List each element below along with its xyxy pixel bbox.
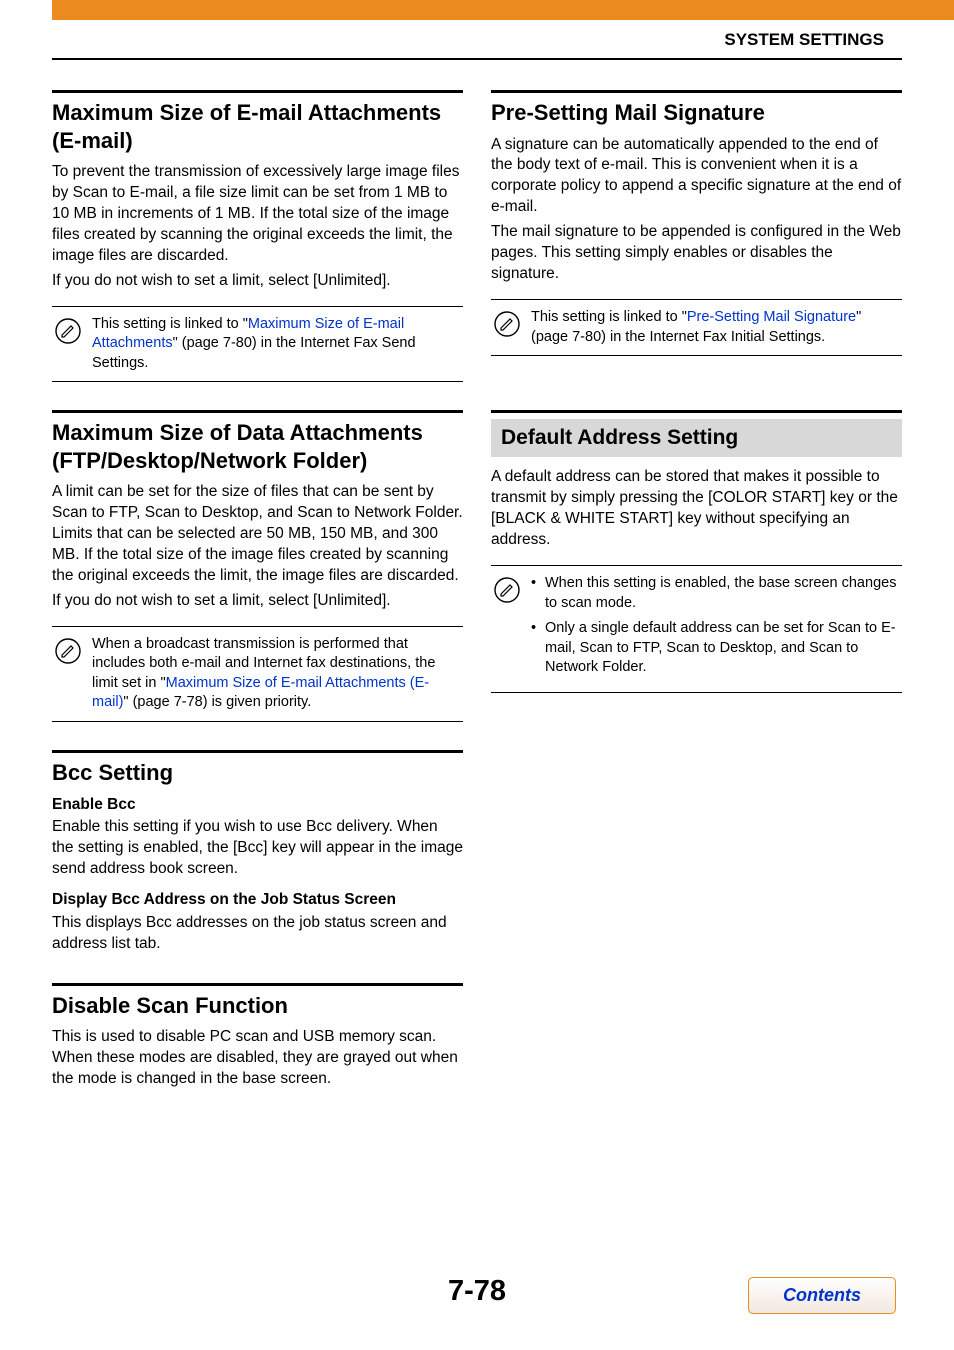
heading-max-email: Maximum Size of E-mail Attachments (E-ma… (52, 99, 463, 154)
list-item: When this setting is enabled, the base s… (531, 574, 898, 613)
contents-button[interactable]: Contents (748, 1277, 896, 1314)
section-bcc: Bcc Setting Enable Bcc Enable this setti… (52, 750, 463, 955)
header-title: SYSTEM SETTINGS (0, 20, 954, 58)
body-text: This is used to disable PC scan and USB … (52, 1027, 463, 1090)
body-text: A limit can be set for the size of files… (52, 482, 463, 587)
body-text: This displays Bcc addresses on the job s… (52, 913, 463, 955)
note-text-a: This setting is linked to " (92, 316, 248, 332)
note-list: When this setting is enabled, the base s… (531, 574, 898, 684)
section-presetting-signature: Pre-Setting Mail Signature A signature c… (491, 90, 902, 356)
content-columns: Maximum Size of E-mail Attachments (E-ma… (0, 90, 954, 1118)
note-box: When this setting is enabled, the base s… (491, 565, 902, 693)
header-rule (52, 58, 902, 60)
section-default-address: Default Address Setting A default addres… (491, 410, 902, 693)
pencil-circle-icon (54, 637, 82, 665)
note-link[interactable]: Pre-Setting Mail Signature (687, 309, 856, 325)
note-text: This setting is linked to "Pre-Setting M… (531, 308, 898, 347)
list-item: Only a single default address can be set… (531, 619, 898, 678)
note-box: This setting is linked to "Pre-Setting M… (491, 299, 902, 356)
heading-bcc: Bcc Setting (52, 759, 463, 787)
section-rule (52, 983, 463, 986)
section-rule (491, 90, 902, 93)
note-text-a: This setting is linked to " (531, 309, 687, 325)
heading-default-address: Default Address Setting (491, 419, 902, 457)
section-rule (52, 750, 463, 753)
body-text: To prevent the transmission of excessive… (52, 162, 463, 267)
body-text: If you do not wish to set a limit, selec… (52, 591, 463, 612)
pencil-circle-icon (54, 317, 82, 345)
body-text: A default address can be stored that mak… (491, 467, 902, 551)
note-text: This setting is linked to "Maximum Size … (92, 315, 459, 374)
section-rule (491, 410, 902, 413)
note-text: When a broadcast transmission is perform… (92, 635, 459, 713)
pencil-circle-icon (493, 576, 521, 604)
body-text: The mail signature to be appended is con… (491, 222, 902, 285)
pencil-circle-icon (493, 310, 521, 338)
heading-presetting-signature: Pre-Setting Mail Signature (491, 99, 902, 127)
body-text: Enable this setting if you wish to use B… (52, 817, 463, 880)
section-rule (52, 90, 463, 93)
heading-disable-scan: Disable Scan Function (52, 992, 463, 1020)
left-column: Maximum Size of E-mail Attachments (E-ma… (52, 90, 463, 1118)
section-max-data: Maximum Size of Data Attachments (FTP/De… (52, 410, 463, 722)
heading-max-data: Maximum Size of Data Attachments (FTP/De… (52, 419, 463, 474)
body-text: A signature can be automatically appende… (491, 135, 902, 219)
subheading-display-bcc: Display Bcc Address on the Job Status Sc… (52, 890, 463, 911)
right-column: Pre-Setting Mail Signature A signature c… (491, 90, 902, 1118)
section-rule (52, 410, 463, 413)
section-max-email: Maximum Size of E-mail Attachments (E-ma… (52, 90, 463, 382)
subheading-enable-bcc: Enable Bcc (52, 795, 463, 816)
body-text: If you do not wish to set a limit, selec… (52, 271, 463, 292)
section-disable-scan: Disable Scan Function This is used to di… (52, 983, 463, 1090)
note-text-b: " (page 7-78) is given priority. (123, 694, 311, 710)
top-orange-bar (52, 0, 954, 20)
note-box: This setting is linked to "Maximum Size … (52, 306, 463, 383)
note-box: When a broadcast transmission is perform… (52, 626, 463, 722)
